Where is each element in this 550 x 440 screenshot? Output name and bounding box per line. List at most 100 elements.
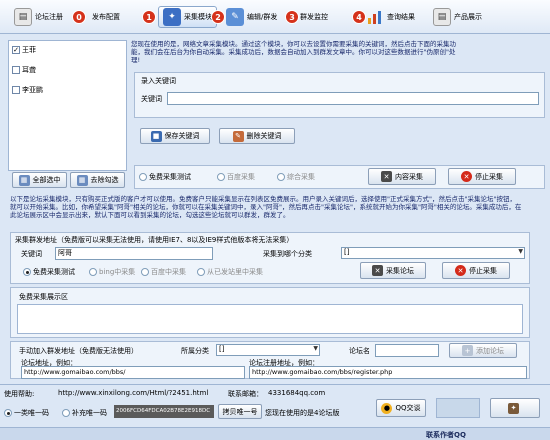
radio-label: 补充唯一码 [72,409,107,417]
forum-name-input[interactable] [375,344,439,357]
free-display-area: 免费采集展示区 [10,287,530,338]
supplement-radio[interactable]: 补充唯一码 [62,408,107,418]
checkbox[interactable] [12,86,20,94]
keyword-label: 关键词 [21,250,42,258]
free-display-list[interactable] [17,304,523,334]
forum-mode-bing[interactable]: bing中采集 [89,267,135,277]
button-label: 停止采集 [469,266,497,275]
mode-free-test[interactable]: 免费采集测试 [139,172,191,182]
help-label: 使用帮助: [4,390,35,398]
plus-icon: + [462,345,473,356]
copy-code-button[interactable]: 拷贝唯一号 [218,404,262,419]
list-item-label: 王菲 [22,46,36,54]
select-all-button[interactable]: ▦ 全部选中 [12,172,67,188]
deselect-button[interactable]: ▦ 去除勾选 [70,172,125,188]
checkbox[interactable] [12,66,20,74]
list-item[interactable]: 耳聋 [12,65,123,75]
forum-keyword-input[interactable]: 阿哥 [55,247,213,260]
stop-collect-button[interactable]: ✕ 停止采集 [448,168,516,185]
manual-add-group: 手动加入群发地址（免费版无法使用） 所属分类 [] 论坛名 +添加论坛 论坛地址… [10,341,530,379]
radio[interactable] [4,409,12,417]
radio[interactable] [62,409,70,417]
radio-label: 一类唯一码 [14,409,49,417]
tab-collect-module[interactable]: ✦ 采集模块 [158,6,217,28]
radio[interactable] [89,268,97,276]
register-address-input[interactable]: http://www.gomaibao.com/bbs/register.php [249,366,527,379]
radio[interactable] [277,173,285,181]
radio[interactable] [141,268,149,276]
delete-keyword-button[interactable]: ✎ 删除关键词 [219,128,295,144]
tab-product-showcase[interactable]: ▤ 产品展示 [433,6,482,28]
document-icon: ▤ [14,8,32,26]
forum-mode-existing[interactable]: 从已发站里中采集 [197,267,263,277]
group-title: 录入关键词 [141,77,176,85]
bar-chart-icon [366,8,384,26]
tab-publish-monitor[interactable]: 群发监控 [300,6,328,28]
keyword-entry-group: 录入关键词 关键词 [134,72,545,118]
list-item-label: 耳聋 [22,66,36,74]
step-badge: 4 [352,10,366,24]
mode-combined[interactable]: 综合采集 [277,172,315,182]
add-forum-button[interactable]: + 添加论坛 [449,343,517,358]
tools-icon: ✦ [508,402,519,414]
forum-address-input[interactable]: http://www.gomaibao.com/bbs/ [21,366,245,379]
tab-label: 采集模块 [184,13,212,21]
stop-icon: ✕ [461,171,472,182]
checkbox[interactable]: ✓ [12,46,20,54]
step-badge: 1 [142,10,156,24]
keyword-input[interactable] [167,92,539,105]
forum-mode-free[interactable]: 免费采集测试 [23,267,75,277]
radio[interactable] [217,173,225,181]
qq-chat-button[interactable]: ● QQ交谈 [376,399,426,417]
forum-collect-button[interactable]: ✕ 采集论坛 [360,262,426,279]
contact-value: 4331684qq.com [268,389,326,397]
help-link[interactable]: http://www.xinxilong.com/Html/?2451.html [58,389,208,397]
category-label: 采集到哪个分类 [263,250,312,258]
tab-query-results[interactable]: 查询结果 [366,6,415,28]
tab-label: 编辑/群发 [247,13,278,21]
tab-label: 发布配置 [92,13,120,21]
radio-label: 百度中采集 [151,268,186,276]
machine-code[interactable]: 2006FCD64FDCA02B78E2E918DC [114,405,214,418]
area-title: 免费采集展示区 [19,293,68,301]
radio[interactable] [197,268,205,276]
save-keyword-button[interactable]: ■ 保存关键词 [140,128,210,144]
forum-mode-baidu[interactable]: 百度中采集 [141,267,186,277]
tab-label: 查询结果 [387,13,415,21]
list-item-label: 李亚鹏 [22,86,43,94]
keyword-list: ✓ 王菲 耳聋 李亚鹏 [8,40,127,171]
radio[interactable] [23,268,31,276]
qq-icon: ● [381,402,393,414]
tab-publish-config[interactable]: 发布配置 [92,6,120,28]
pen-icon: ✎ [226,8,244,26]
one-machine-radio[interactable]: 一类唯一码 [4,408,49,418]
tab-label: 论坛注册 [35,13,63,21]
save-icon: ■ [150,130,162,142]
radio-label: 百度采集 [227,173,255,181]
list-item[interactable]: ✓ 王菲 [12,45,123,55]
button-label: 停止采集 [475,172,503,181]
module-description: 您现在使用的是，网络文章采集模块。通过这个模块，你可以去设置你需要采集的关键词，… [131,40,456,64]
tab-edit-publish[interactable]: ✎ 编辑/群发 [226,6,277,28]
stop-forum-collect-button[interactable]: ✕ 停止采集 [442,262,510,279]
category-select[interactable]: [] [341,247,525,259]
manual-category-select[interactable]: [] [216,344,320,356]
grid-icon: ▦ [76,174,88,186]
step-badge: 0 [72,10,86,24]
collect-icon: ✕ [381,171,392,182]
tools-button[interactable]: ✦ [490,398,540,418]
code-hint: 您现在使用的是4论坛版 [265,409,340,417]
radio-label: 综合采集 [287,173,315,181]
radio[interactable] [139,173,147,181]
eraser-icon: ✎ [232,130,244,142]
mode-baidu[interactable]: 百度采集 [217,172,255,182]
step-badge: 3 [285,10,299,24]
content-collect-button[interactable]: ✕ 内容采集 [368,168,436,185]
status-bar: 联系作者QQ [0,427,550,440]
button-label: QQ交谈 [395,404,421,412]
category-label: 所属分类 [181,347,209,355]
list-item[interactable]: 李亚鹏 [12,85,123,95]
tab-forum-register[interactable]: ▤ 论坛注册 [14,6,63,28]
radio-label: 免费采集测试 [33,268,75,276]
button-label: 内容采集 [395,172,423,181]
